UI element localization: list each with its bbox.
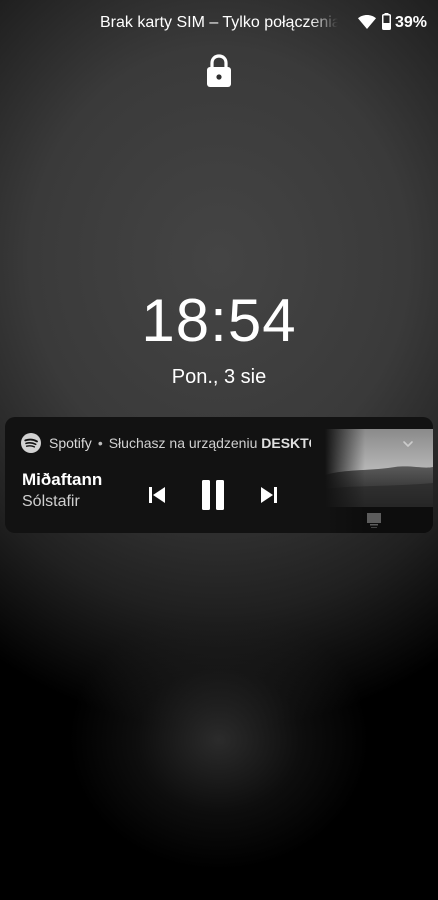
lock-screen-clock: 18:54 xyxy=(141,287,297,354)
album-art xyxy=(325,429,433,533)
app-name: Spotify xyxy=(49,435,92,451)
album-art-fade xyxy=(325,429,365,533)
media-notification-card[interactable]: Spotify • Słuchasz na urządzeniu DESKTO...… xyxy=(5,417,433,533)
spotify-icon xyxy=(21,433,41,453)
lock-screen-date: Pon., 3 sie xyxy=(171,366,267,388)
skip-next-icon xyxy=(261,487,277,503)
wifi-icon xyxy=(358,15,376,29)
next-track-button[interactable] xyxy=(253,479,285,511)
playing-on-label: Słuchasz na urządzeniu xyxy=(108,435,258,451)
carrier-status-text: Brak karty SIM – Tylko połączenia alarmo… xyxy=(100,14,338,31)
device-name: DESKTO... xyxy=(261,435,311,451)
pause-icon xyxy=(202,480,224,510)
pause-button[interactable] xyxy=(197,479,229,511)
track-title: Miðaftann xyxy=(22,470,103,489)
track-artist: Sólstafir xyxy=(22,493,80,510)
battery-icon xyxy=(382,13,391,30)
lock-icon[interactable] xyxy=(206,54,232,88)
chevron-down-icon[interactable] xyxy=(401,437,415,451)
media-card-header: Spotify • Słuchasz na urządzeniu DESKTO... xyxy=(21,433,311,453)
previous-track-button[interactable] xyxy=(141,479,173,511)
skip-previous-icon xyxy=(149,487,165,503)
battery-percentage: 39% xyxy=(395,14,428,31)
status-bar: Brak karty SIM – Tylko połączenia alarmo… xyxy=(0,0,438,44)
header-separator: • xyxy=(97,435,103,451)
